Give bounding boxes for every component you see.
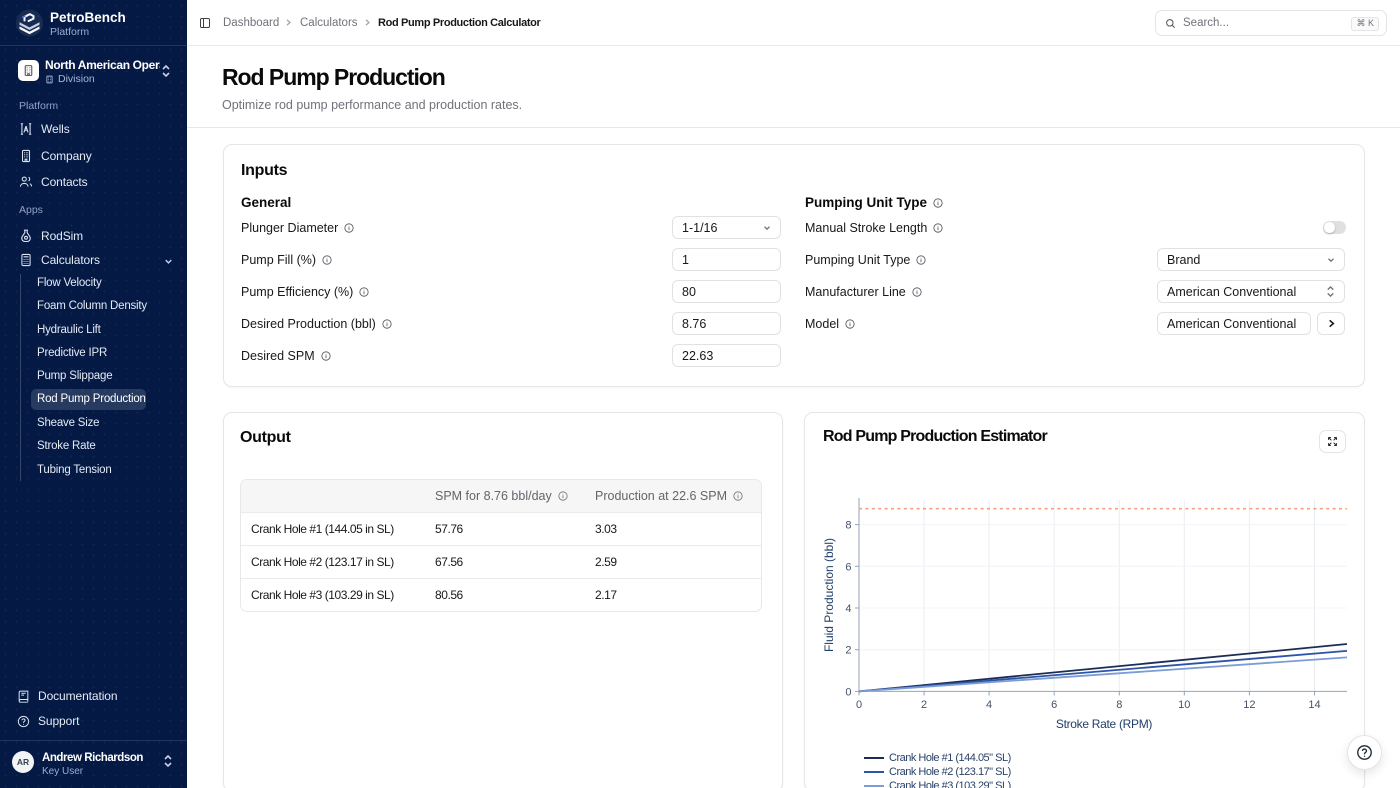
svg-text:0: 0 <box>856 699 862 711</box>
svg-text:6: 6 <box>1051 699 1057 711</box>
svg-text:4: 4 <box>845 603 851 615</box>
svg-text:6: 6 <box>845 561 851 573</box>
svg-text:10: 10 <box>1178 699 1190 711</box>
svg-text:4: 4 <box>986 699 992 711</box>
svg-text:12: 12 <box>1243 699 1255 711</box>
svg-text:Fluid Production (bbl): Fluid Production (bbl) <box>822 538 836 652</box>
svg-text:2: 2 <box>845 645 851 657</box>
svg-text:8: 8 <box>1116 699 1122 711</box>
svg-text:2: 2 <box>921 699 927 711</box>
svg-text:8: 8 <box>845 520 851 532</box>
svg-text:0: 0 <box>845 686 851 698</box>
svg-text:14: 14 <box>1308 699 1320 711</box>
svg-text:Stroke Rate (RPM): Stroke Rate (RPM) <box>1056 717 1153 731</box>
